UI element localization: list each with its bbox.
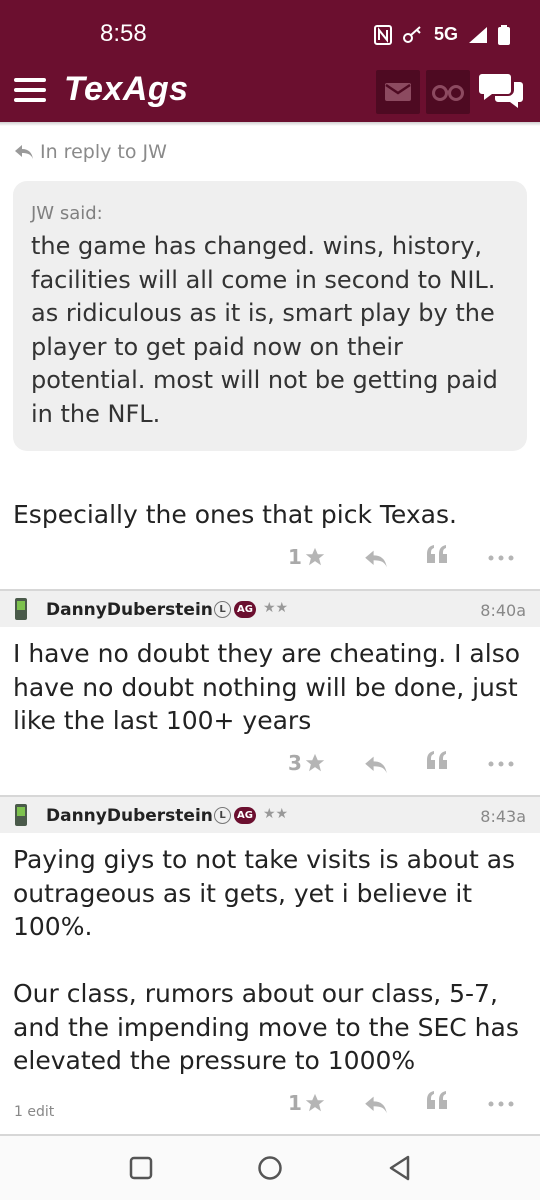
reply-button[interactable] (364, 755, 388, 775)
star-icon (305, 547, 325, 566)
lifetime-badge: L (214, 807, 231, 824)
star-count: 1 (288, 545, 302, 569)
square-icon (129, 1156, 153, 1180)
username[interactable]: DannyDuberstein (46, 600, 213, 620)
status-time: 8:58 (100, 20, 147, 47)
watch-button[interactable] (426, 70, 470, 114)
star-count: 1 (288, 1091, 302, 1115)
reply-arrow-icon (15, 145, 33, 159)
quote-button[interactable] (426, 1091, 448, 1111)
chat-button[interactable] (478, 70, 528, 114)
battery-icon (498, 24, 510, 45)
more-dots-icon (488, 555, 514, 561)
star-button[interactable]: 3 (288, 751, 326, 775)
reply-button[interactable] (364, 1095, 388, 1115)
signal-icon (469, 26, 487, 43)
quote-button[interactable] (426, 545, 448, 565)
triangle-back-icon (389, 1155, 410, 1181)
post-body-paragraph: Our class, rumors about our class, 5-7, … (13, 979, 519, 1075)
quote-icon (427, 1091, 447, 1109)
more-button[interactable] (488, 1101, 514, 1107)
quote-block: JW said: the game has changed. wins, his… (13, 181, 527, 451)
star-button[interactable]: 1 (288, 1091, 326, 1115)
hamburger-icon[interactable] (14, 78, 46, 102)
back-button[interactable] (386, 1154, 414, 1182)
reply-arrow-icon (365, 550, 387, 568)
reply-arrow-icon (365, 756, 387, 774)
lifetime-badge: L (214, 601, 231, 618)
site-logo[interactable]: TexAgs (64, 70, 189, 109)
post-time: 8:43a (480, 807, 526, 826)
post-body-paragraph: Paying giys to not take visits is about … (13, 845, 516, 941)
star-icon (305, 753, 325, 772)
post-body: I have no doubt they are cheating. I als… (13, 639, 521, 735)
status-icons: 5G (373, 24, 510, 45)
post-body: Especially the ones that pick Texas. (13, 500, 457, 529)
quote-button[interactable] (426, 751, 448, 771)
in-reply-to-label: In reply to JW (40, 141, 167, 163)
quote-icon (427, 545, 447, 563)
header-shadow (0, 122, 540, 126)
post-header: DannyDuberstein L AG ★★ 8:43a (0, 795, 540, 833)
circle-icon (258, 1156, 282, 1180)
quote-text: the game has changed. wins, history, fac… (31, 232, 498, 428)
post-header: DannyDuberstein L AG ★★ 8:40a (0, 589, 540, 627)
star-button[interactable]: 1 (288, 545, 326, 569)
reply-arrow-icon (365, 1096, 387, 1114)
more-dots-icon (488, 761, 514, 767)
ag-badge: AG (234, 807, 256, 824)
more-button[interactable] (488, 555, 514, 561)
binoculars-icon (432, 85, 464, 101)
mobile-phone-icon (15, 598, 27, 620)
system-nav-bar (0, 1136, 540, 1200)
reply-button[interactable] (364, 549, 388, 569)
status-bar: 8:58 5G (0, 0, 540, 56)
star-icon (305, 1093, 325, 1112)
rank-stars: ★★ (263, 600, 289, 616)
ag-badge: AG (234, 601, 256, 618)
post-actions: 1 (280, 1091, 530, 1121)
in-reply-to[interactable]: In reply to JW (14, 141, 167, 163)
recents-button[interactable] (127, 1154, 155, 1182)
nfc-icon (373, 24, 392, 45)
mail-icon (385, 83, 411, 101)
username[interactable]: DannyDuberstein (46, 806, 213, 826)
home-button[interactable] (256, 1154, 284, 1182)
edit-note[interactable]: 1 edit (14, 1104, 54, 1120)
key-icon (402, 25, 421, 43)
app-bar: TexAgs (0, 56, 540, 122)
quote-icon (427, 751, 447, 769)
messages-button[interactable] (376, 70, 420, 114)
chat-bubbles-icon (479, 74, 523, 108)
quote-author: JW said: (31, 203, 103, 224)
post-time: 8:40a (480, 601, 526, 620)
star-count: 3 (288, 751, 302, 775)
more-dots-icon (488, 1101, 514, 1107)
network-label: 5G (433, 24, 458, 44)
more-button[interactable] (488, 761, 514, 767)
post-actions: 3 (280, 751, 530, 781)
post-actions: 1 (280, 545, 530, 575)
rank-stars: ★★ (263, 806, 289, 822)
mobile-phone-icon (15, 804, 27, 826)
